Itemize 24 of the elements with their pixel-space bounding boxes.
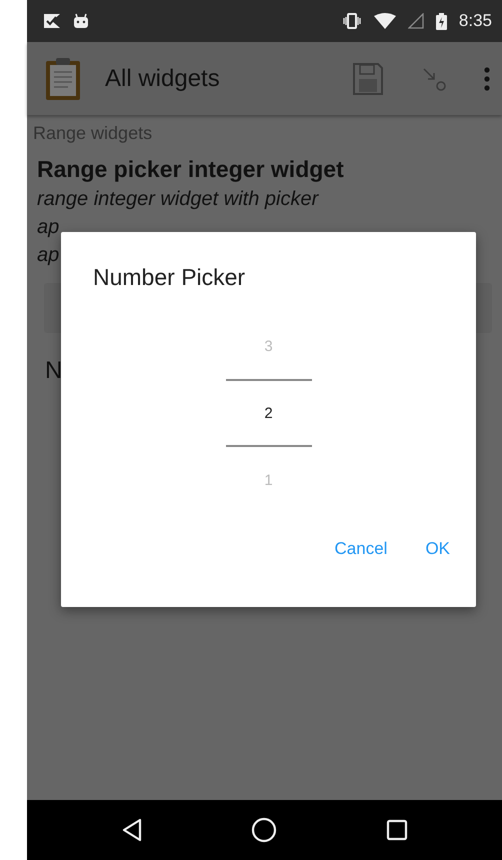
hint-text: range integer widget with picker [37, 187, 320, 212]
clock-time: 8:35 [458, 11, 492, 31]
notification-icon [43, 13, 61, 29]
recents-icon[interactable] [386, 819, 408, 841]
signal-icon [408, 13, 424, 29]
home-icon[interactable] [251, 817, 278, 843]
wifi-icon [374, 13, 396, 29]
answer-text: N [45, 357, 62, 385]
hint-text: ap [37, 243, 60, 268]
more-options-icon[interactable] [484, 66, 490, 90]
picker-value[interactable]: 1 [226, 447, 312, 513]
dialog-button[interactable]: Cancel [324, 531, 398, 567]
hint-text: ap [37, 215, 60, 240]
app-title: All widgets [105, 64, 221, 92]
android-icon [73, 13, 89, 29]
picker-value[interactable]: 3 [226, 313, 312, 379]
picker-value[interactable]: 2 [226, 379, 312, 447]
question-label: Range picker integer widget [37, 156, 345, 183]
dialog-button[interactable]: OK [415, 531, 460, 567]
battery-icon [436, 12, 447, 30]
back-icon[interactable] [121, 818, 144, 842]
vibrate-icon [342, 13, 362, 29]
dialog-title: Number Picker [93, 264, 246, 291]
clipboard-icon [45, 56, 81, 100]
